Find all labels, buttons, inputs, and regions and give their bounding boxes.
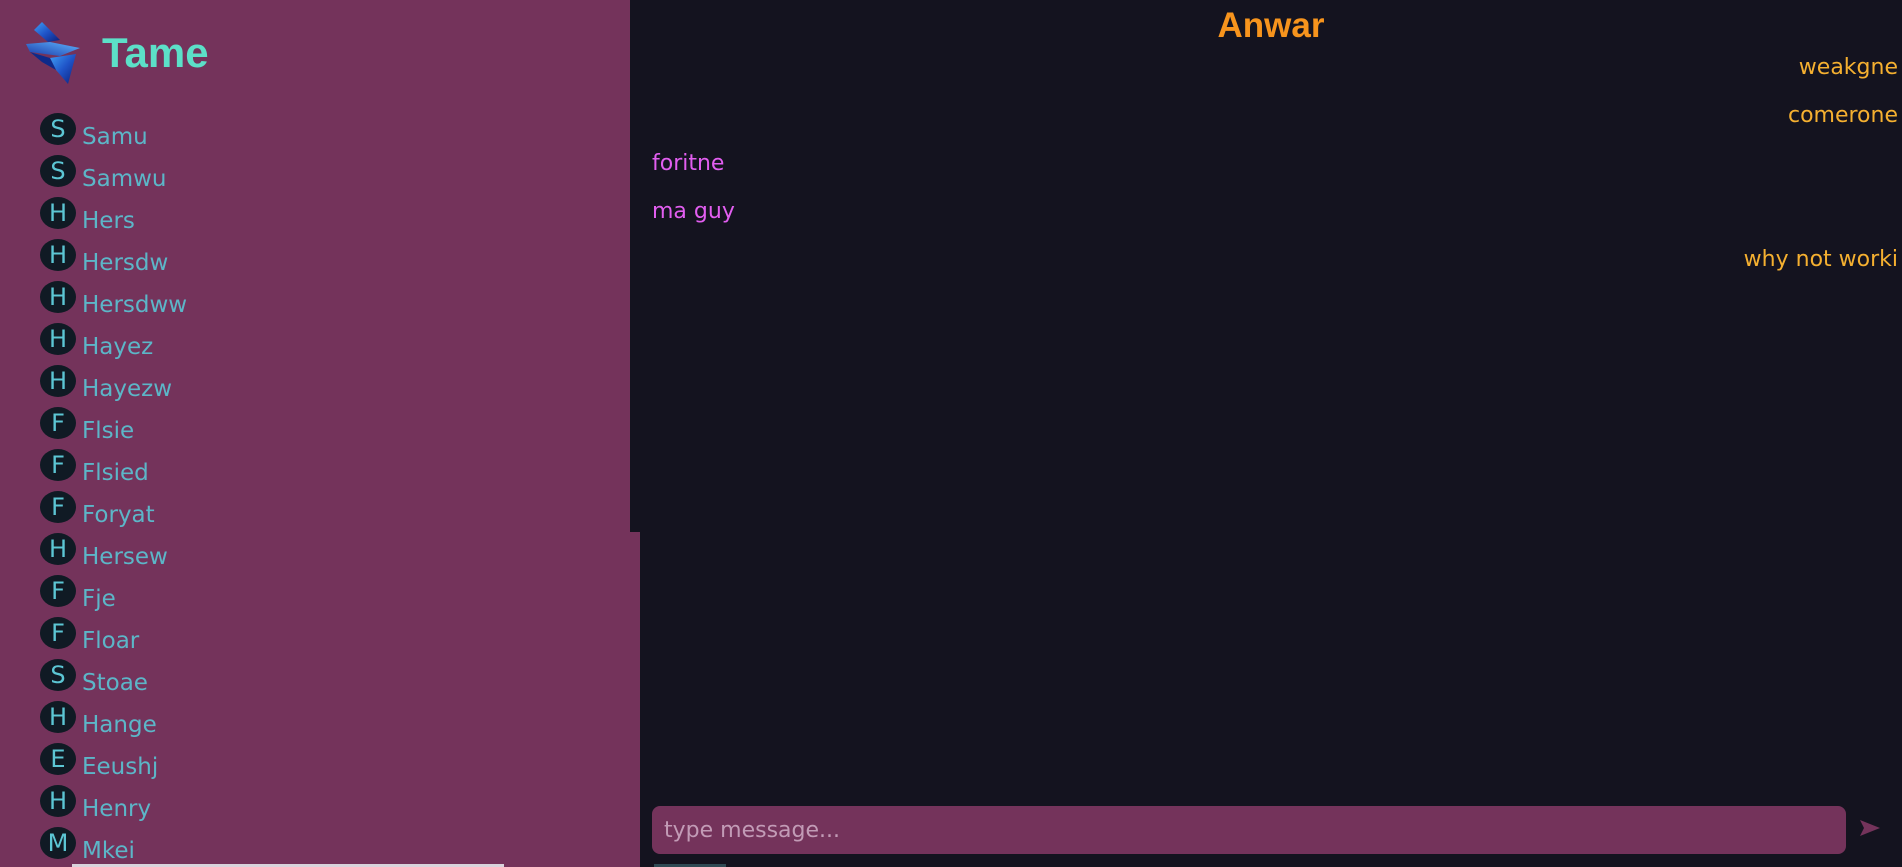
avatar: F (40, 617, 76, 649)
avatar: H (40, 281, 76, 313)
user-list-item[interactable]: H Hayezw (40, 364, 187, 406)
user-name: Stoae (82, 670, 148, 696)
user-name: Mkei (82, 838, 135, 864)
message-outgoing: why not worki (1743, 247, 1898, 272)
user-list-item[interactable]: F Flsied (40, 448, 187, 490)
chat-panel: Anwar weakgne comerone foritne ma guy wh… (640, 0, 1902, 867)
avatar: E (40, 743, 76, 775)
avatar: H (40, 323, 76, 355)
user-name: Eeushj (82, 754, 159, 780)
user-name: Flsie (82, 418, 135, 444)
user-name: Hersdww (82, 292, 188, 318)
avatar: F (40, 491, 76, 523)
user-name: Hange (82, 712, 157, 738)
user-name: Henry (82, 796, 152, 822)
user-name: Hersdw (82, 250, 169, 276)
user-name: Hayez (82, 334, 154, 360)
user-list-item[interactable]: F Floar (40, 616, 187, 658)
user-list-item[interactable]: S Samwu (40, 154, 187, 196)
message-incoming: foritne (652, 151, 725, 176)
blue-ribbon-logo-icon (26, 22, 80, 84)
user-list-item[interactable]: S Stoae (40, 658, 187, 700)
avatar: H (40, 701, 76, 733)
sidebar-edge (630, 0, 640, 532)
message-outgoing: comerone (1787, 103, 1898, 128)
user-name: Fje (82, 586, 116, 612)
brand-name: Tame (102, 29, 209, 76)
chat-title: Anwar (1217, 6, 1325, 45)
user-list: S Samu S Samwu H Hers H Hersdw H Hersdww H Hayez H Ha… (40, 112, 187, 867)
avatar: F (40, 575, 76, 607)
user-list-item[interactable]: H Hersew (40, 532, 187, 574)
sidebar: Tame S Samu S Samwu H Hers H Hersdw H Hersdww H Hay… (0, 0, 640, 867)
avatar: S (40, 113, 76, 145)
message-incoming: ma guy (652, 199, 735, 224)
user-name: Foryat (82, 502, 155, 528)
avatar: F (40, 407, 76, 439)
send-arrow-icon (1860, 820, 1880, 836)
user-name: Hayezw (82, 376, 173, 402)
user-name: Floar (82, 628, 140, 654)
user-list-item[interactable]: F Foryat (40, 490, 187, 532)
chat-app: Tame S Samu S Samwu H Hers H Hersdw H Hersdww H Hay… (0, 0, 1902, 867)
avatar: S (40, 659, 76, 691)
message-input[interactable] (652, 806, 1846, 854)
user-list-item[interactable]: H Hersdw (40, 238, 187, 280)
brand[interactable]: Tame (20, 18, 209, 88)
avatar: H (40, 197, 76, 229)
user-name: Samwu (82, 166, 167, 192)
avatar: H (40, 785, 76, 817)
avatar: H (40, 239, 76, 271)
user-list-item[interactable]: M Mkei (40, 826, 187, 867)
user-list-item[interactable]: H Henry (40, 784, 187, 826)
user-list-item[interactable]: H Hers (40, 196, 187, 238)
user-list-item[interactable]: F Fje (40, 574, 187, 616)
avatar: M (40, 827, 76, 859)
user-name: Hers (82, 208, 135, 234)
message-outgoing: weakgne (1798, 55, 1898, 80)
user-name: Samu (82, 124, 148, 150)
avatar: S (40, 155, 76, 187)
user-list-item[interactable]: E Eeushj (40, 742, 187, 784)
avatar: H (40, 365, 76, 397)
send-button[interactable] (1848, 808, 1892, 848)
user-list-item[interactable]: H Hange (40, 700, 187, 742)
user-list-item[interactable]: H Hayez (40, 322, 187, 364)
user-list-item[interactable]: S Samu (40, 112, 187, 154)
user-list-item[interactable]: F Flsie (40, 406, 187, 448)
user-list-item[interactable]: H Hersdww (40, 280, 187, 322)
user-name: Flsied (82, 460, 149, 486)
avatar: H (40, 533, 76, 565)
user-name: Hersew (82, 544, 168, 570)
avatar: F (40, 449, 76, 481)
